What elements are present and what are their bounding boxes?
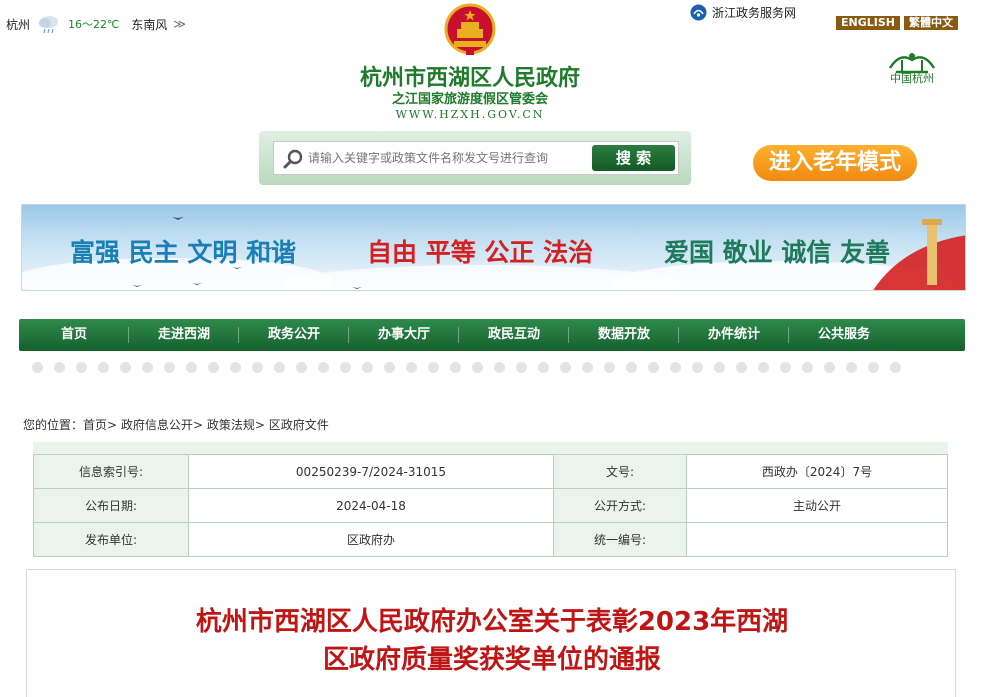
mode-value: 主动公开 (686, 488, 948, 523)
docno-value: 西政办〔2024〕7号 (686, 454, 948, 489)
unit-value: 区政府办 (188, 522, 554, 557)
docno-label: 文号: (553, 454, 687, 489)
site-url: WWW.HZXH.GOV.CN (395, 108, 545, 121)
zj-gov-service-link[interactable]: 浙江政务服务网 (690, 4, 796, 21)
banner-values-group-2: 自由 平等 公正 法治 (367, 238, 594, 267)
breadcrumb-home[interactable]: 首页 (83, 418, 107, 432)
nav-public-service[interactable]: 公共服务 (789, 319, 899, 351)
table-row: 信息索引号: 00250239-7/2024-31015 文号: 西政办〔202… (33, 454, 948, 489)
site-subtitle: 之江国家旅游度假区管委会 (391, 92, 548, 107)
table-row: 发布单位: 区政府办 统一编号: (33, 522, 948, 557)
nav-home[interactable]: 首页 (19, 319, 129, 351)
banner-values-group-1: 富强 民主 文明 和谐 (70, 238, 297, 267)
elder-mode-button[interactable]: 进入老年模式 (753, 145, 917, 181)
nav-open-data[interactable]: 数据开放 (569, 319, 679, 351)
article-title-line-2: 区政府质量奖获奖单位的通报 (322, 645, 661, 675)
nav-statistics[interactable]: 办件统计 (679, 319, 789, 351)
rain-cloud-icon (39, 16, 59, 34)
breadcrumb-district-docs[interactable]: 区政府文件 (269, 418, 329, 432)
breadcrumb-prefix: 您的位置： (23, 418, 84, 432)
document-info-table: 信息索引号: 00250239-7/2024-31015 文号: 西政办〔202… (33, 454, 948, 557)
serial-label: 统一编号: (553, 522, 687, 557)
weather-widget: 杭州 16～22℃ 东南风 ≫ (6, 13, 186, 35)
nav-gov-affairs[interactable]: 政务公开 (239, 319, 349, 351)
serial-value (686, 522, 948, 557)
breadcrumb-policy[interactable]: 政策法规 (207, 418, 255, 432)
hangzhou-logo-text: 中国杭州 (890, 72, 934, 85)
language-switcher: ENGLISH 繁體中文 (836, 16, 958, 30)
banner-values-group-3: 爱国 敬业 诚信 友善 (664, 238, 891, 267)
article-title: 杭州市西湖区人民政府办公室关于表彰2023年西湖 区政府质量奖获奖单位的通报 (137, 603, 847, 679)
unit-label: 发布单位: (33, 522, 189, 557)
decorative-dots (32, 362, 962, 376)
breadcrumb-sep: > (192, 418, 203, 432)
zj-gov-icon (690, 4, 707, 21)
date-label: 公布日期: (33, 488, 189, 523)
core-values-banner: 富强 民主 文明 和谐 自由 平等 公正 法治 爱国 敬业 诚信 友善 (21, 204, 966, 291)
weather-temp: 16～22℃ (68, 18, 120, 31)
info-table-header-strip (33, 442, 948, 454)
breadcrumb-sep: > (107, 418, 118, 432)
index-label: 信息索引号: (33, 454, 189, 489)
nav-service-hall[interactable]: 办事大厅 (349, 319, 459, 351)
english-link[interactable]: ENGLISH (836, 16, 900, 30)
main-nav: 首页 走进西湖 政务公开 办事大厅 政民互动 数据开放 办件统计 公共服务 (19, 319, 965, 351)
breadcrumb-sep: > (254, 418, 265, 432)
table-row: 公布日期: 2024-04-18 公开方式: 主动公开 (33, 488, 948, 523)
nav-about-xihu[interactable]: 走进西湖 (129, 319, 239, 351)
search-button[interactable]: 搜 索 (592, 145, 675, 171)
weather-wind: 东南风 (131, 17, 168, 32)
zj-gov-label: 浙江政务服务网 (712, 6, 797, 20)
breadcrumb: 您的位置：首页> 政府信息公开> 政策法规> 区政府文件 (23, 416, 329, 433)
nav-interaction[interactable]: 政民互动 (459, 319, 569, 351)
national-emblem-icon (444, 3, 496, 55)
index-value: 00250239-7/2024-31015 (188, 454, 554, 489)
traditional-chinese-link[interactable]: 繁體中文 (903, 16, 958, 30)
weather-more-link[interactable]: ≫ (173, 17, 186, 31)
breadcrumb-gov-info[interactable]: 政府信息公开 (121, 418, 193, 432)
mode-label: 公开方式: (553, 488, 687, 523)
search-input[interactable] (308, 151, 588, 165)
article-container: 杭州市西湖区人民政府办公室关于表彰2023年西湖 区政府质量奖获奖单位的通报 (26, 569, 956, 697)
date-value: 2024-04-18 (188, 488, 554, 523)
search-icon (283, 149, 303, 169)
weather-city: 杭州 (6, 17, 31, 32)
article-title-line-1: 杭州市西湖区人民政府办公室关于表彰2023年西湖 (195, 607, 789, 637)
